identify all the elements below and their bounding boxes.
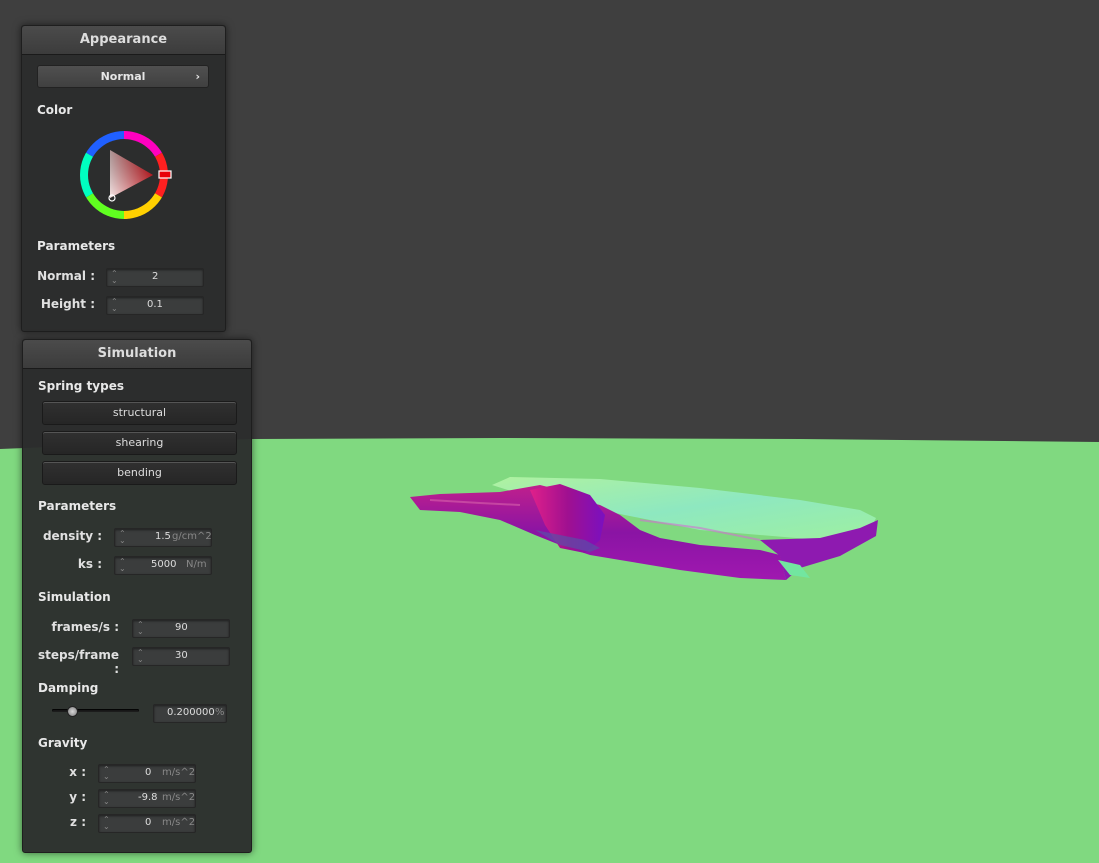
gravity-x-label: x : xyxy=(69,765,86,779)
gravity-x-unit: m/s^2 xyxy=(162,767,196,778)
damping-slider-thumb[interactable] xyxy=(67,706,79,717)
gravity-y-input[interactable]: ⌃ ⌄ -9.8 m/s^2 xyxy=(98,789,196,808)
normal-value: 2 xyxy=(152,271,159,282)
appearance-mode-dropdown[interactable]: Normal › xyxy=(37,65,209,88)
gravity-x-input[interactable]: ⌃ ⌄ 0 m/s^2 xyxy=(98,764,196,783)
ks-unit: N/m xyxy=(186,559,207,570)
chevron-right-icon: › xyxy=(195,70,200,83)
normal-input[interactable]: ⌃ ⌄ 2 xyxy=(106,268,204,287)
ks-label: ks : xyxy=(77,557,102,571)
spinner-icon[interactable]: ⌃ ⌄ xyxy=(137,621,144,636)
height-label: Height : xyxy=(40,297,95,311)
density-value: 1.5 xyxy=(155,531,171,542)
gravity-y-label: y : xyxy=(69,790,86,804)
appearance-panel: Appearance Normal › Color Parameters Nor… xyxy=(21,25,226,332)
color-wheel[interactable] xyxy=(80,130,176,222)
gravity-x-value: 0 xyxy=(145,767,152,778)
appearance-panel-title: Appearance xyxy=(22,26,225,55)
spinner-icon[interactable]: ⌃ ⌄ xyxy=(137,649,144,664)
simulation-panel-title: Simulation xyxy=(23,340,251,369)
spinner-icon[interactable]: ⌃ ⌄ xyxy=(103,816,110,831)
spinner-icon[interactable]: ⌃ ⌄ xyxy=(111,270,118,285)
shearing-spring-button[interactable]: shearing xyxy=(42,431,237,455)
bending-spring-button[interactable]: bending xyxy=(42,461,237,485)
damping-slider-track xyxy=(52,709,139,712)
damping-value: 0.200000 xyxy=(167,707,215,718)
simulation-section-label: Simulation xyxy=(38,590,111,604)
damping-slider[interactable] xyxy=(52,706,139,717)
spinner-icon[interactable]: ⌃ ⌄ xyxy=(103,791,110,806)
spinner-icon[interactable]: ⌃ ⌄ xyxy=(119,558,126,573)
density-unit: g/cm^2 xyxy=(172,531,212,542)
gravity-z-input[interactable]: ⌃ ⌄ 0 m/s^2 xyxy=(98,814,196,833)
density-input[interactable]: ⌃ ⌄ 1.5 g/cm^2 xyxy=(114,528,212,547)
structural-spring-button[interactable]: structural xyxy=(42,401,237,425)
ks-input[interactable]: ⌃ ⌄ 5000 N/m xyxy=(114,556,212,575)
gravity-z-unit: m/s^2 xyxy=(162,817,196,828)
damping-input[interactable]: 0.200000 % xyxy=(153,704,227,723)
gravity-z-label: z : xyxy=(70,815,86,829)
damping-label: Damping xyxy=(38,681,99,695)
gravity-label: Gravity xyxy=(38,736,88,750)
color-section-label: Color xyxy=(37,103,73,117)
appearance-mode-value: Normal xyxy=(100,70,146,83)
spinner-icon[interactable]: ⌃ ⌄ xyxy=(103,766,110,781)
steps-per-frame-label: steps/frame : xyxy=(37,648,119,676)
gravity-y-value: -9.8 xyxy=(138,792,158,803)
height-input[interactable]: ⌃ ⌄ 0.1 xyxy=(106,296,204,315)
gravity-z-value: 0 xyxy=(145,817,152,828)
frames-per-second-label: frames/s : xyxy=(51,620,119,634)
frames-per-second-input[interactable]: ⌃ ⌄ 90 xyxy=(132,619,230,638)
spinner-icon[interactable]: ⌃ ⌄ xyxy=(119,530,126,545)
normal-label: Normal : xyxy=(37,269,95,283)
steps-per-frame-value: 30 xyxy=(175,650,188,661)
spinner-icon[interactable]: ⌃ ⌄ xyxy=(111,298,118,313)
appearance-parameters-label: Parameters xyxy=(37,239,116,253)
simulation-panel: Simulation Spring types structural shear… xyxy=(22,339,252,853)
spring-types-label: Spring types xyxy=(38,379,125,393)
gravity-y-unit: m/s^2 xyxy=(162,792,196,803)
frames-per-second-value: 90 xyxy=(175,622,188,633)
steps-per-frame-input[interactable]: ⌃ ⌄ 30 xyxy=(132,647,230,666)
damping-unit: % xyxy=(215,707,225,718)
ks-value: 5000 xyxy=(151,559,177,570)
simulation-parameters-label: Parameters xyxy=(38,499,117,513)
density-label: density : xyxy=(42,529,102,543)
height-value: 0.1 xyxy=(147,299,163,310)
